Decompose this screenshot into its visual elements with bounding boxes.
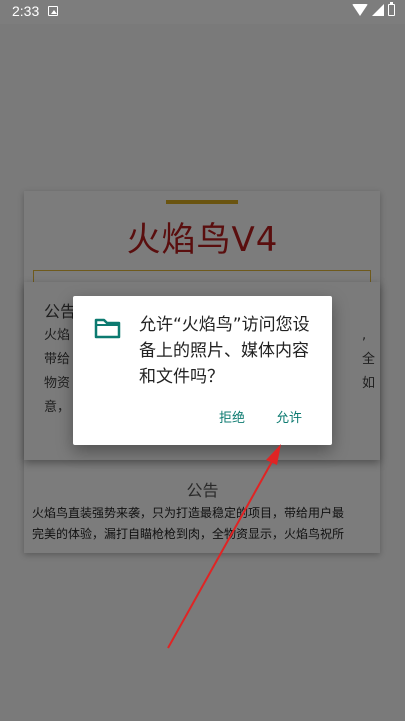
notice-right-fragment: 如: [362, 376, 376, 391]
bottom-notice-body: 火焰鸟直装强势来袭，只为打造最稳定的项目，带给用户最 完美的体验，漏打自瞄枪枪到…: [32, 503, 372, 545]
deny-button[interactable]: 拒绝: [219, 407, 245, 426]
bottom-notice-line: 火焰鸟直装强势来袭，只为打造最稳定的项目，带给用户最: [32, 506, 345, 520]
bottom-notice-heading: 公告: [186, 481, 219, 500]
notice-line: 意，: [44, 400, 71, 415]
notice-heading: 公告: [44, 302, 77, 321]
wifi-icon: [352, 4, 368, 16]
notice-line: 带给: [44, 352, 71, 367]
status-time: 2:33: [12, 3, 40, 19]
dialog-message: 允许“火焰鸟”访问您设备上的照片、媒体内容和文件吗？: [139, 315, 310, 387]
battery-icon: [388, 2, 395, 16]
folder-icon: [94, 318, 121, 339]
app-title: 火焰鸟V4: [126, 220, 279, 260]
bottom-notice-line: 完美的体验，漏打自瞄枪枪到肉，全物资显示，火焰鸟祝所: [32, 527, 345, 541]
title-accent-bar: [166, 200, 238, 204]
permission-dialog: 允许“火焰鸟”访问您设备上的照片、媒体内容和文件吗？ 拒绝 允许: [73, 296, 332, 445]
status-icons: [352, 2, 395, 16]
photo-indicator-icon: [48, 6, 58, 16]
allow-button[interactable]: 允许: [276, 407, 302, 426]
notice-line: 物资: [44, 376, 71, 391]
notice-line: 火焰: [44, 328, 71, 343]
notice-right-fragment: ,: [362, 328, 367, 343]
notice-right-fragment: 全: [362, 352, 376, 367]
signal-icon: [372, 4, 384, 16]
status-bar: 2:33: [0, 0, 405, 24]
